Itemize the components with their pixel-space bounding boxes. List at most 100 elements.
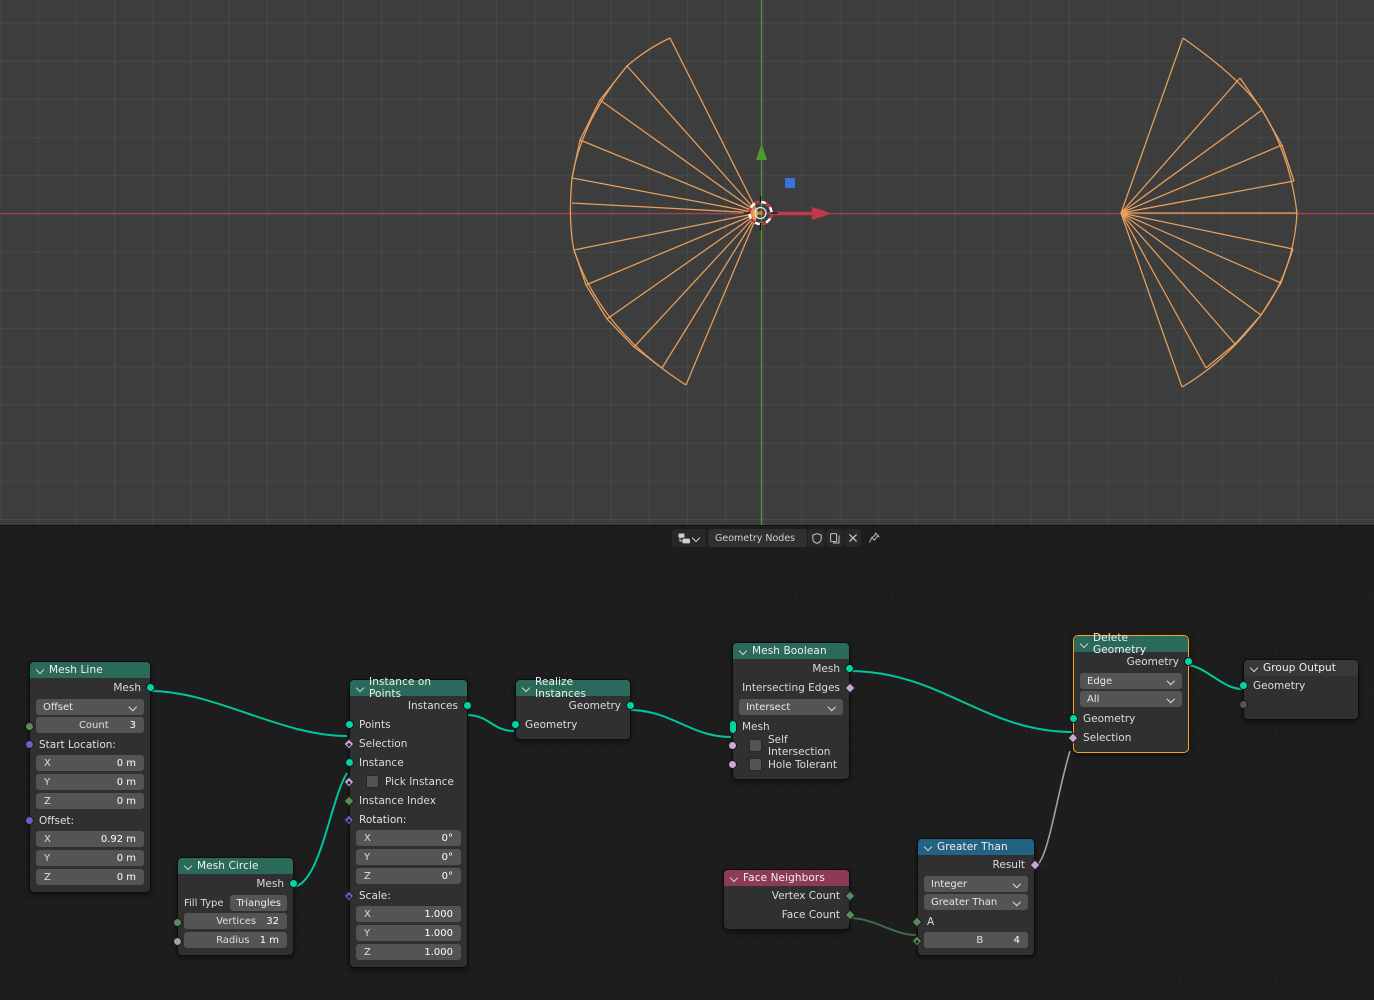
radius-row[interactable]: Radius 1 m (173, 932, 293, 950)
start-location-z[interactable]: Z 0 m (30, 793, 150, 811)
socket-b[interactable] (911, 935, 923, 947)
socket-row-self-intersection[interactable]: Self Intersection (728, 734, 849, 758)
node-header-mesh-line[interactable]: Mesh Line (30, 662, 150, 678)
socket-row-face-count[interactable]: Face Count (724, 905, 856, 924)
socket-points[interactable] (345, 720, 354, 729)
fill-type-row[interactable]: Fill Type Triangles (184, 895, 287, 911)
node-header-instance-on-points[interactable]: Instance on Points (350, 676, 467, 700)
socket-start-location[interactable] (25, 740, 34, 749)
collapse-chevron-icon[interactable] (739, 647, 747, 655)
socket-row-mesh-out[interactable]: Mesh (30, 678, 155, 697)
socket-row-instances-out[interactable]: Instances (350, 696, 472, 715)
node-group-output[interactable]: Group Output Geometry (1239, 659, 1359, 720)
collapse-chevron-icon[interactable] (1080, 640, 1088, 648)
collapse-chevron-icon[interactable] (36, 666, 44, 674)
socket-geometry[interactable] (146, 683, 155, 692)
count-field[interactable]: Count 3 (36, 717, 144, 733)
scale-x[interactable]: X 1.000 (350, 906, 467, 924)
socket-instance[interactable] (345, 758, 354, 767)
rotation-y[interactable]: Y 0° (350, 849, 467, 867)
node-face-neighbors[interactable]: Face Neighbors Vertex Count Face Count (723, 869, 856, 930)
socket-hole-tolerant[interactable] (728, 760, 737, 769)
socket-row-points[interactable]: Points (345, 715, 467, 734)
vector-field-x[interactable]: X 0° (356, 830, 461, 846)
socket-geometry[interactable] (1184, 657, 1193, 666)
vector-field-y[interactable]: Y 1.000 (356, 925, 461, 941)
offset-y[interactable]: Y 0 m (30, 850, 150, 868)
socket-row-geometry-in[interactable]: Geometry (1239, 676, 1358, 695)
offset-x[interactable]: X 0.92 m (30, 831, 150, 849)
close-icon[interactable] (844, 529, 861, 547)
socket-selection[interactable] (343, 737, 355, 750)
socket-selection[interactable] (1067, 731, 1079, 744)
socket-intersecting-edges[interactable] (844, 681, 856, 694)
socket-instances[interactable] (463, 701, 472, 710)
editor-type-button[interactable] (672, 529, 706, 547)
socket-row-mesh-out[interactable]: Mesh (178, 874, 298, 893)
node-header-group-output[interactable]: Group Output (1244, 660, 1358, 676)
vector-field-z[interactable]: Z 0 m (36, 793, 144, 809)
socket-pick-instance[interactable] (343, 775, 355, 788)
vector-field-z[interactable]: Z 1.000 (356, 944, 461, 960)
collapse-chevron-icon[interactable] (184, 862, 192, 870)
socket-a[interactable] (911, 915, 923, 928)
node-header-mesh-boolean[interactable]: Mesh Boolean (733, 643, 849, 659)
socket-geometry[interactable] (1239, 681, 1248, 690)
offset-row[interactable]: Offset: (25, 811, 150, 830)
vector-field-x[interactable]: X 1.000 (356, 906, 461, 922)
fill-type-dropdown[interactable]: Triangles (229, 895, 287, 911)
vector-field-z[interactable]: Z 0° (356, 868, 461, 884)
vertices-row[interactable]: Vertices 32 (173, 913, 293, 931)
socket-row-geometry-in[interactable]: Geometry (511, 715, 630, 734)
self-intersection-checkbox[interactable] (749, 739, 762, 752)
socket-row-hole-tolerant[interactable]: Hole Tolerant (728, 755, 849, 774)
node-greater-than[interactable]: Greater Than Result Integer Greater Than… (911, 838, 1041, 956)
socket-row-instance-index[interactable]: Instance Index (343, 791, 467, 810)
vector-field-x[interactable]: X 0 m (36, 755, 144, 771)
socket-mesh-multi-input[interactable] (729, 719, 737, 734)
b-field[interactable]: B 4 (924, 932, 1028, 948)
socket-self-intersection[interactable] (728, 741, 737, 750)
socket-result[interactable] (1029, 858, 1041, 871)
collapse-chevron-icon[interactable] (730, 874, 738, 882)
socket-scale[interactable] (343, 889, 355, 902)
socket-row-geometry-in[interactable]: Geometry (1069, 709, 1188, 728)
socket-offset[interactable] (25, 816, 34, 825)
rotation-z[interactable]: Z 0° (350, 868, 467, 886)
collapse-chevron-icon[interactable] (522, 684, 530, 692)
socket-geometry[interactable] (1069, 714, 1078, 723)
node-mesh-line[interactable]: Mesh Line Mesh Offset Count 3 Start Loca… (25, 661, 155, 893)
domain-dropdown[interactable]: Edge (1080, 673, 1182, 689)
pin-icon[interactable] (865, 529, 883, 547)
mode-dropdown[interactable]: Offset (36, 699, 144, 715)
node-header-mesh-circle[interactable]: Mesh Circle (178, 858, 293, 874)
socket-row-b[interactable]: B 4 (911, 932, 1034, 950)
socket-row-selection[interactable]: Selection (1067, 728, 1188, 747)
vertices-field[interactable]: Vertices 32 (184, 913, 287, 929)
socket-geometry[interactable] (626, 701, 635, 710)
socket-row-virtual[interactable] (1239, 695, 1358, 714)
node-header-greater-than[interactable]: Greater Than (918, 839, 1034, 855)
collapse-chevron-icon[interactable] (356, 684, 364, 692)
socket-virtual-add[interactable] (1239, 700, 1248, 709)
socket-mesh[interactable] (845, 664, 854, 673)
start-location-x[interactable]: X 0 m (30, 755, 150, 773)
3d-viewport[interactable] (0, 0, 1374, 525)
duplicate-icon[interactable] (826, 529, 843, 547)
collapse-chevron-icon[interactable] (1250, 664, 1258, 672)
socket-row-pick-instance[interactable]: Pick Instance (343, 772, 467, 791)
node-header-face-neighbors[interactable]: Face Neighbors (724, 870, 849, 886)
node-tree-name-field[interactable]: Geometry Nodes (708, 529, 807, 547)
socket-row-vertex-count[interactable]: Vertex Count (724, 886, 856, 905)
radius-field[interactable]: Radius 1 m (184, 932, 287, 948)
operation-dropdown[interactable]: Intersect (739, 699, 843, 715)
collapse-chevron-icon[interactable] (924, 843, 932, 851)
count-row[interactable]: Count 3 (25, 717, 150, 735)
data-type-dropdown[interactable]: Integer (924, 876, 1028, 892)
shield-icon[interactable] (808, 529, 825, 547)
pick-instance-checkbox[interactable] (366, 775, 379, 788)
node-header-realize-instances[interactable]: Realize Instances (516, 676, 630, 700)
socket-rotation[interactable] (343, 813, 355, 826)
socket-radius[interactable] (173, 936, 182, 946)
geometry-node-editor[interactable]: Mesh Line Mesh Offset Count 3 Start Loca… (0, 549, 1374, 1000)
